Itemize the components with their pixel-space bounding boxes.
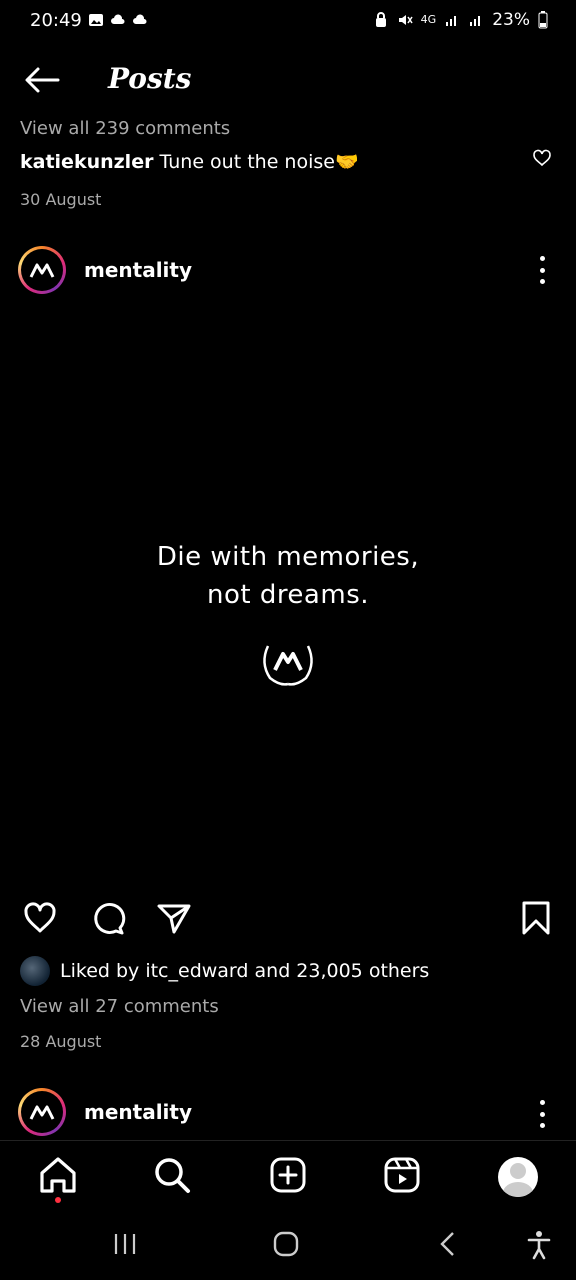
gallery-icon bbox=[89, 14, 103, 26]
quote-line-1: Die with memories, bbox=[156, 542, 420, 572]
status-bar: 20:49 4G 23% bbox=[0, 0, 576, 44]
network-type: 4G bbox=[420, 13, 437, 26]
post-menu-icon[interactable] bbox=[536, 256, 548, 284]
next-post-avatar[interactable] bbox=[18, 1088, 66, 1136]
arrow-left-icon[interactable] bbox=[22, 64, 62, 96]
next-post-menu-icon[interactable] bbox=[536, 1100, 548, 1128]
next-post-username[interactable]: mentality bbox=[84, 1100, 192, 1124]
back-button-icon[interactable] bbox=[438, 1230, 458, 1258]
profile-avatar-icon[interactable] bbox=[498, 1157, 538, 1197]
prev-caption-text: Tune out the noise🤝 bbox=[159, 151, 359, 173]
quote-line-2: not dreams. bbox=[206, 580, 370, 610]
reels-icon[interactable] bbox=[380, 1153, 424, 1197]
post-quote: Die with memories, not dreams. bbox=[0, 538, 576, 614]
cloud-sync-icon bbox=[133, 14, 147, 24]
recent-apps-icon[interactable] bbox=[112, 1232, 138, 1256]
search-icon[interactable] bbox=[150, 1153, 194, 1197]
liked-by-row[interactable]: Liked by itc_edward and 23,005 others bbox=[20, 956, 429, 986]
liker-avatar bbox=[20, 956, 50, 986]
accessibility-icon[interactable] bbox=[526, 1230, 552, 1260]
status-left-icons bbox=[88, 12, 148, 28]
top-bar: Posts bbox=[0, 56, 576, 106]
prev-post-date: 30 August bbox=[20, 190, 102, 209]
comment-icon[interactable] bbox=[90, 900, 126, 936]
liked-by-text: Liked by itc_edward and 23,005 others bbox=[60, 960, 430, 982]
home-button-icon[interactable] bbox=[272, 1230, 300, 1258]
send-icon[interactable] bbox=[156, 900, 192, 936]
post-username[interactable]: mentality bbox=[84, 258, 192, 282]
heart-icon[interactable] bbox=[22, 900, 58, 936]
cloud-upload-icon bbox=[111, 14, 125, 24]
battery-percent: 23% bbox=[492, 10, 530, 30]
battery-icon bbox=[538, 11, 548, 29]
lock-icon bbox=[375, 12, 386, 27]
status-time: 20:49 bbox=[30, 10, 82, 31]
wreath-logo-icon bbox=[263, 645, 313, 686]
page-title: Posts bbox=[108, 62, 192, 95]
bookmark-icon[interactable] bbox=[518, 900, 554, 936]
post-date: 28 August bbox=[20, 1032, 102, 1051]
post-image[interactable]: Die with memories, not dreams. bbox=[0, 302, 576, 878]
mentality-logo-icon-2 bbox=[29, 1105, 55, 1120]
mentality-logo-icon bbox=[29, 263, 55, 278]
prev-caption: katiekunzler Tune out the noise🤝 bbox=[20, 150, 359, 173]
bottom-navigation bbox=[0, 1140, 576, 1211]
notification-dot bbox=[55, 1197, 61, 1203]
prev-caption-username[interactable]: katiekunzler bbox=[20, 151, 153, 173]
view-all-comments[interactable]: View all 27 comments bbox=[20, 996, 219, 1017]
post-avatar[interactable] bbox=[18, 246, 66, 294]
prev-view-all-comments[interactable]: View all 239 comments bbox=[20, 118, 230, 139]
post-actions bbox=[0, 898, 576, 942]
signal-icon-2 bbox=[470, 16, 481, 26]
system-navigation bbox=[0, 1210, 576, 1280]
signal-icon bbox=[446, 16, 457, 26]
plus-square-icon[interactable] bbox=[266, 1153, 310, 1197]
mute-icon bbox=[398, 15, 413, 25]
home-icon[interactable] bbox=[36, 1153, 80, 1197]
status-right: 4G 23% bbox=[373, 10, 548, 30]
comment-heart-icon[interactable] bbox=[532, 148, 552, 168]
